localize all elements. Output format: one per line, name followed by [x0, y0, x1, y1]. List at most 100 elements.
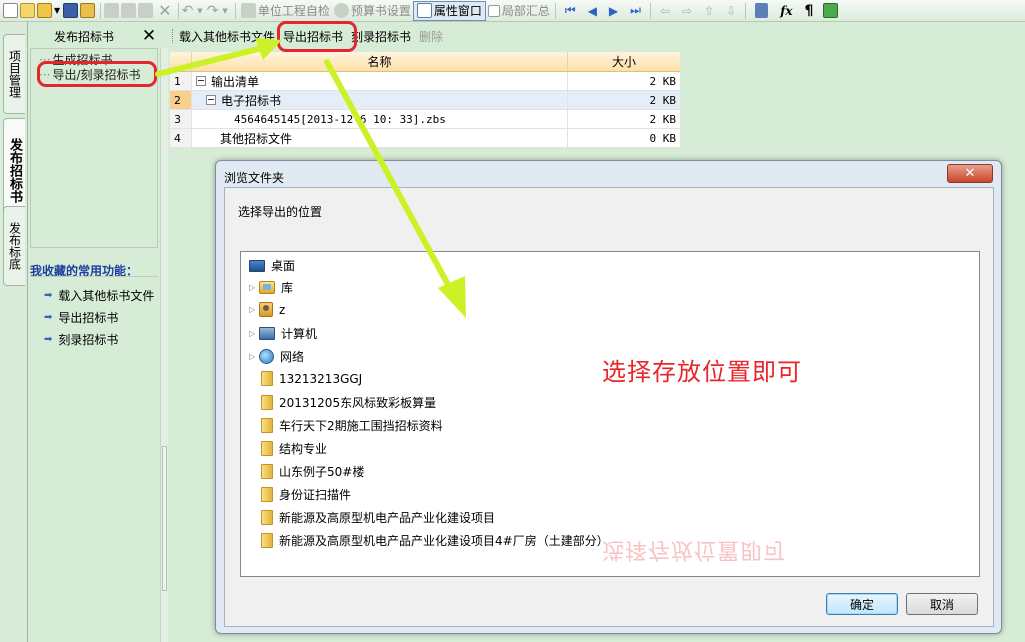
tree-item-folder[interactable]: 山东例子50#楼 — [261, 463, 364, 480]
tree-item-label: 网络 — [280, 350, 305, 364]
delete-icon[interactable]: ✕ — [158, 1, 171, 20]
collapse-icon[interactable] — [206, 95, 216, 105]
window-icon — [416, 3, 432, 18]
save-as-icon[interactable] — [80, 3, 96, 18]
close-icon[interactable]: ✕ — [138, 26, 160, 46]
burn-tender-button[interactable]: 刻录招标书 — [347, 28, 415, 45]
folder-icon — [261, 371, 273, 386]
delete-button[interactable]: 删除 — [415, 28, 447, 45]
dropdown-icon[interactable]: ▼ — [197, 7, 202, 15]
tree-item-label: 山东例子50#楼 — [279, 465, 365, 479]
move-left-icon[interactable]: ⇦ — [660, 4, 670, 18]
formula-icon[interactable]: fx — [780, 4, 792, 18]
annotation-reflection: 选择存放位置即可 — [602, 537, 787, 562]
undo-icon[interactable]: ↶ — [182, 3, 194, 19]
favorite-load-other[interactable]: ➡ 载入其他标书文件 — [44, 287, 154, 304]
close-icon: ✕ — [964, 166, 976, 181]
cube-icon[interactable] — [823, 3, 839, 18]
tree-item-computer[interactable]: ▷ 计算机 — [249, 325, 317, 342]
last-icon[interactable]: ⏭ — [630, 3, 641, 18]
grid-header-size[interactable]: 大小 — [568, 52, 680, 71]
tree-item-label: 结构专业 — [279, 442, 328, 456]
grid-header-name[interactable]: 名称 — [192, 52, 568, 71]
new-file-icon[interactable] — [3, 3, 18, 18]
folder-icon — [261, 487, 273, 502]
move-up-icon[interactable]: ⇧ — [704, 4, 714, 18]
tree-item-library[interactable]: ▷ 库 — [249, 279, 293, 296]
tree-item-folder[interactable]: 13213213GGJ — [261, 371, 362, 386]
favorite-export-label: 导出招标书 — [58, 311, 119, 325]
ok-button[interactable]: 确定 — [826, 593, 898, 615]
dialog-prompt: 选择导出的位置 — [238, 205, 323, 219]
checkbox-icon — [487, 4, 500, 17]
table-row[interactable]: 1 输出清单 2 KB — [170, 72, 680, 91]
folder-icon — [261, 441, 273, 456]
tree-item-desktop[interactable]: 桌面 — [249, 257, 295, 274]
tree-item-label: 桌面 — [271, 259, 296, 273]
user-folder-icon — [259, 302, 273, 317]
copy-icon[interactable] — [121, 3, 137, 18]
redo-icon[interactable]: ↷ — [207, 3, 219, 19]
dropdown-icon[interactable]: ▼ — [222, 7, 227, 15]
first-icon[interactable]: ⏮ — [565, 3, 576, 18]
arrow-right-icon: ➡ — [44, 312, 53, 323]
unit-check-button[interactable]: 单位工程自检 — [239, 1, 332, 21]
cancel-button[interactable]: 取消 — [906, 593, 978, 615]
toolbar-separator — [554, 2, 556, 19]
calculator-icon[interactable] — [755, 3, 769, 18]
partial-summary-button[interactable]: 局部汇总 — [486, 1, 552, 21]
table-row[interactable]: 2 电子招标书 2 KB — [170, 91, 680, 110]
paste-icon[interactable] — [138, 3, 154, 18]
scrollbar-thumb[interactable] — [162, 446, 167, 591]
left-panel-scrollbar[interactable] — [160, 48, 168, 642]
row-name: 输出清单 — [211, 74, 260, 89]
favorite-burn[interactable]: ➡ 刻录招标书 — [44, 331, 118, 348]
vtab-project-management[interactable]: 项目管理 — [3, 34, 25, 114]
row-number: 3 — [170, 110, 192, 128]
folder-tree: 桌面 ▷ 库 ▷ z ▷ 计算机 ▷ 网络 13213213GGJ 20131205东风… — [240, 251, 980, 577]
left-panel-title: 发布招标书 — [53, 29, 114, 44]
budget-settings-button[interactable]: 预算书设置 — [332, 1, 413, 21]
network-icon — [259, 349, 274, 364]
dialog-title: 浏览文件夹 — [224, 171, 285, 185]
tree-item-folder[interactable]: 车行天下2期施工围挡招标资料 — [261, 417, 443, 434]
tree-item-folder[interactable]: 20131205东风标致彩板算量 — [261, 394, 436, 411]
open-folder-icon[interactable] — [37, 3, 52, 18]
vtab-publish-base[interactable]: 发布标底 — [3, 206, 25, 286]
next-icon[interactable]: ▶ — [609, 4, 618, 18]
load-other-button[interactable]: 载入其他标书文件 — [175, 28, 279, 45]
tree-item-folder[interactable]: 身份证扫描件 — [261, 486, 351, 503]
toolbar-separator — [100, 2, 102, 19]
row-name-cell: 4564645145[2013-12-6 10: 33].zbs — [192, 110, 568, 128]
row-name: 其他招标文件 — [220, 131, 293, 146]
tree-item-network[interactable]: ▷ 网络 — [249, 348, 304, 365]
tree-item-folder[interactable]: 新能源及高原型机电产品产业化建设项目 — [261, 509, 495, 526]
tree-item-label: z — [279, 302, 286, 317]
dialog-close-button[interactable]: ✕ — [947, 164, 993, 183]
unit-check-label: 单位工程自检 — [257, 4, 330, 18]
tree-item-label: 库 — [281, 281, 294, 295]
row-name-cell: 输出清单 — [192, 72, 568, 90]
cut-icon[interactable] — [104, 3, 120, 18]
tree-item-folder[interactable]: 新能源及高原型机电产品产业化建设项目4#厂房（土建部分） — [261, 532, 609, 549]
move-down-icon[interactable]: ⇩ — [726, 4, 736, 18]
arrow-right-icon: ➡ — [44, 334, 53, 345]
unit-check-icon — [240, 3, 256, 18]
table-row[interactable]: 3 4564645145[2013-12-6 10: 33].zbs 2 KB — [170, 110, 680, 129]
expand-icon[interactable]: ▷ — [249, 352, 259, 361]
tree-item-folder[interactable]: 结构专业 — [261, 440, 327, 457]
table-row[interactable]: 4 其他招标文件 0 KB — [170, 129, 680, 148]
paragraph-icon[interactable]: ¶ — [805, 3, 814, 19]
move-right-icon[interactable]: ⇨ — [682, 4, 692, 18]
prev-icon[interactable]: ◀ — [588, 4, 597, 18]
expand-icon[interactable]: ▷ — [249, 329, 259, 338]
new-project-icon[interactable] — [20, 3, 35, 18]
tree-item-user[interactable]: ▷ z — [249, 302, 285, 317]
expand-icon[interactable]: ▷ — [249, 305, 259, 314]
favorite-export[interactable]: ➡ 导出招标书 — [44, 309, 118, 326]
dropdown-icon[interactable]: ▼ — [54, 6, 60, 15]
save-icon[interactable] — [63, 3, 79, 18]
collapse-icon[interactable] — [196, 76, 206, 86]
expand-icon[interactable]: ▷ — [249, 283, 259, 292]
properties-window-button[interactable]: 属性窗口 — [412, 0, 486, 21]
